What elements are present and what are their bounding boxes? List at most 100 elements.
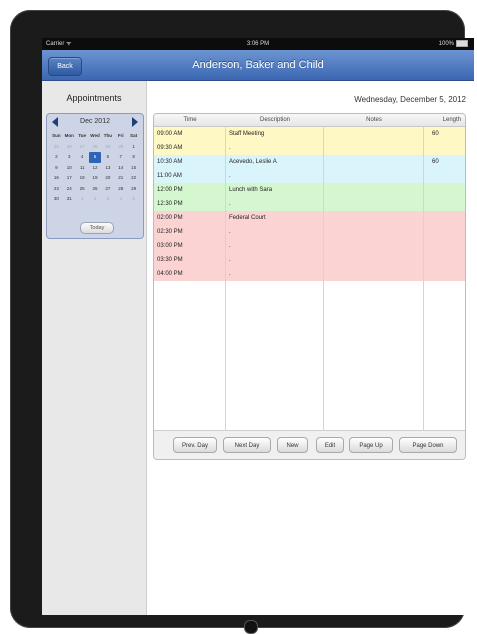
description-cell: . bbox=[226, 225, 324, 239]
description-cell bbox=[226, 295, 324, 309]
calendar-day[interactable]: 4 bbox=[76, 152, 89, 163]
calendar-weekday-label: Sun bbox=[52, 133, 61, 138]
calendar-day[interactable]: 9 bbox=[50, 163, 63, 174]
table-row[interactable] bbox=[154, 351, 465, 366]
calendar-grid: Sun Mon Tue Wed Thu Fri Sat 25 26 27 28 29 30 1 2 3 4 5 6 7… bbox=[50, 131, 140, 205]
calendar-day[interactable]: 4 bbox=[114, 194, 127, 205]
calendar-day[interactable]: 8 bbox=[127, 152, 140, 163]
calendar-day[interactable]: 13 bbox=[101, 163, 114, 174]
time-cell: 11:00 AM bbox=[154, 169, 226, 183]
calendar-day[interactable]: 26 bbox=[89, 184, 102, 195]
calendar-day-selected[interactable]: 5 bbox=[88, 152, 102, 163]
calendar-day[interactable]: 2 bbox=[50, 152, 63, 163]
column-header-description[interactable]: Description bbox=[226, 114, 324, 126]
prev-day-button[interactable]: Prev. Day bbox=[173, 437, 217, 453]
calendar-day[interactable]: 27 bbox=[101, 184, 114, 195]
table-row[interactable]: 03:00 PM. bbox=[154, 239, 465, 254]
calendar-weekday-label: Mon bbox=[64, 133, 74, 138]
back-button[interactable]: Back bbox=[48, 57, 82, 76]
calendar-day[interactable]: 11 bbox=[76, 163, 89, 174]
status-bar: Carrier ᯤ 3:06 PM 100% bbox=[42, 38, 474, 50]
calendar-day[interactable]: 3 bbox=[63, 152, 76, 163]
table-row[interactable]: 09:00 AM Staff Meeting 60 bbox=[154, 127, 465, 142]
table-row[interactable] bbox=[154, 337, 465, 352]
calendar-day[interactable]: 28 bbox=[89, 142, 102, 153]
table-row[interactable]: 09:30 AM. bbox=[154, 141, 465, 156]
edit-button[interactable]: Edit bbox=[316, 437, 344, 453]
calendar-day[interactable]: 5 bbox=[127, 194, 140, 205]
table-row[interactable] bbox=[154, 379, 465, 394]
home-button[interactable] bbox=[244, 620, 258, 634]
calendar-day[interactable]: 29 bbox=[127, 184, 140, 195]
calendar-day[interactable]: 24 bbox=[63, 184, 76, 195]
appointments-table: Time Description Notes Length 09:00 AM St… bbox=[153, 113, 466, 460]
calendar-day[interactable]: 22 bbox=[127, 173, 140, 184]
calendar-day[interactable]: 16 bbox=[50, 173, 63, 184]
table-row[interactable] bbox=[154, 309, 465, 324]
today-button[interactable]: Today bbox=[80, 222, 114, 234]
table-row[interactable]: 02:00 PM Federal Court bbox=[154, 211, 465, 226]
calendar-day[interactable]: 26 bbox=[63, 142, 76, 153]
calendar-day[interactable]: 23 bbox=[50, 184, 63, 195]
calendar-day[interactable]: 25 bbox=[76, 184, 89, 195]
calendar-day[interactable]: 10 bbox=[63, 163, 76, 174]
table-row[interactable]: 10:30 AM Acevedo, Leslie A 60 bbox=[154, 155, 465, 170]
length-cell bbox=[424, 197, 465, 211]
calendar-day[interactable]: 14 bbox=[114, 163, 127, 174]
length-cell: 60 bbox=[432, 131, 439, 137]
calendar-day[interactable]: 15 bbox=[127, 163, 140, 174]
calendar-day[interactable]: 19 bbox=[89, 173, 102, 184]
calendar-day[interactable]: 7 bbox=[114, 152, 127, 163]
page-down-button[interactable]: Page Down bbox=[399, 437, 457, 453]
calendar-header: Dec 2012 bbox=[47, 114, 143, 130]
time-cell: 02:30 PM bbox=[154, 225, 226, 239]
calendar-day[interactable]: 6 bbox=[101, 152, 114, 163]
table-row[interactable] bbox=[154, 323, 465, 338]
new-button[interactable]: New bbox=[277, 437, 308, 453]
table-row[interactable]: 03:30 PM. bbox=[154, 253, 465, 268]
column-header-length[interactable]: Length bbox=[424, 114, 465, 126]
table-toolbar: Prev. Day Next Day New Edit Page Up Page… bbox=[154, 430, 465, 459]
calendar-day[interactable]: 1 bbox=[127, 142, 140, 153]
length-cell bbox=[424, 239, 465, 253]
calendar-day[interactable]: 29 bbox=[101, 142, 114, 153]
calendar-week-row: 2345678 bbox=[50, 152, 140, 163]
length-cell bbox=[424, 253, 465, 267]
calendar-day[interactable]: 30 bbox=[114, 142, 127, 153]
calendar-day[interactable]: 21 bbox=[114, 173, 127, 184]
time-cell bbox=[154, 379, 226, 393]
table-row[interactable]: 12:00 PM Lunch with Sara bbox=[154, 183, 465, 198]
table-row[interactable] bbox=[154, 295, 465, 310]
calendar-day[interactable]: 25 bbox=[50, 142, 63, 153]
calendar-day[interactable]: 12 bbox=[89, 163, 102, 174]
calendar-weekday-label: Fri bbox=[117, 133, 124, 138]
column-header-time[interactable]: Time bbox=[154, 114, 226, 126]
mini-calendar: Dec 2012 Sun Mon Tue Wed Thu Fri Sat 25 26 27 28 29… bbox=[46, 113, 144, 239]
calendar-day[interactable]: 17 bbox=[63, 173, 76, 184]
table-row[interactable]: 11:00 AM. bbox=[154, 169, 465, 184]
table-row[interactable] bbox=[154, 393, 465, 408]
calendar-week-row: 25 26 27 28 29 30 1 bbox=[50, 142, 140, 153]
page-up-button[interactable]: Page Up bbox=[349, 437, 393, 453]
next-month-arrow-icon[interactable] bbox=[132, 117, 138, 127]
length-cell bbox=[424, 211, 465, 225]
calendar-day[interactable]: 2 bbox=[89, 194, 102, 205]
table-row[interactable]: 04:00 PM. bbox=[154, 267, 465, 282]
calendar-day[interactable]: 1 bbox=[76, 194, 89, 205]
calendar-day[interactable]: 20 bbox=[101, 173, 114, 184]
table-row[interactable] bbox=[154, 365, 465, 380]
column-header-notes[interactable]: Notes bbox=[324, 114, 424, 126]
table-row[interactable]: 12:30 PM. bbox=[154, 197, 465, 212]
table-row[interactable] bbox=[154, 407, 465, 422]
calendar-day[interactable]: 31 bbox=[63, 194, 76, 205]
length-cell bbox=[424, 141, 465, 155]
calendar-day[interactable]: 30 bbox=[50, 194, 63, 205]
time-cell: 09:00 AM bbox=[154, 127, 226, 141]
calendar-day[interactable]: 27 bbox=[76, 142, 89, 153]
calendar-day[interactable]: 28 bbox=[114, 184, 127, 195]
calendar-day[interactable]: 3 bbox=[101, 194, 114, 205]
table-row[interactable] bbox=[154, 281, 465, 296]
calendar-day[interactable]: 18 bbox=[76, 173, 89, 184]
table-row[interactable]: 02:30 PM. bbox=[154, 225, 465, 240]
next-day-button[interactable]: Next Day bbox=[223, 437, 271, 453]
